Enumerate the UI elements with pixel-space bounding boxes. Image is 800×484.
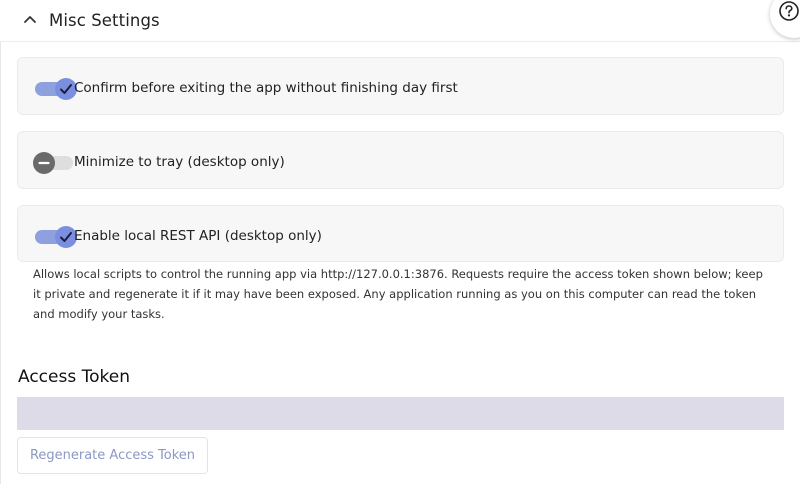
left-border bbox=[0, 0, 1, 484]
setting-confirm-exit: Confirm before exiting the app without f… bbox=[17, 57, 784, 115]
enable-rest-api-toggle[interactable] bbox=[35, 226, 77, 248]
setting-minimize-to-tray: Minimize to tray (desktop only) bbox=[17, 131, 784, 189]
section-title: Misc Settings bbox=[49, 11, 160, 30]
chevron-up-icon[interactable] bbox=[23, 11, 37, 25]
misc-settings-page: Misc Settings Confirm before exiting the… bbox=[0, 0, 800, 484]
help-icon bbox=[779, 1, 799, 21]
confirm-exit-toggle[interactable] bbox=[35, 78, 77, 100]
checkmark-icon bbox=[60, 232, 72, 242]
minimize-to-tray-toggle[interactable] bbox=[33, 152, 73, 174]
toggle-knob bbox=[33, 152, 55, 174]
access-token-title: Access Token bbox=[18, 367, 130, 387]
setting-enable-rest-api: Enable local REST API (desktop only) bbox=[17, 205, 784, 262]
enable-rest-api-label[interactable]: Enable local REST API (desktop only) bbox=[74, 228, 322, 244]
confirm-exit-label[interactable]: Confirm before exiting the app without f… bbox=[74, 80, 458, 96]
minimize-to-tray-label[interactable]: Minimize to tray (desktop only) bbox=[74, 154, 285, 170]
regenerate-token-button[interactable]: Regenerate Access Token bbox=[17, 437, 208, 474]
checkmark-icon bbox=[60, 84, 72, 94]
access-token-field[interactable] bbox=[17, 397, 784, 430]
section-header[interactable]: Misc Settings bbox=[0, 0, 800, 42]
rest-api-hint: Allows local scripts to control the runn… bbox=[33, 267, 763, 321]
minus-icon bbox=[38, 161, 50, 165]
